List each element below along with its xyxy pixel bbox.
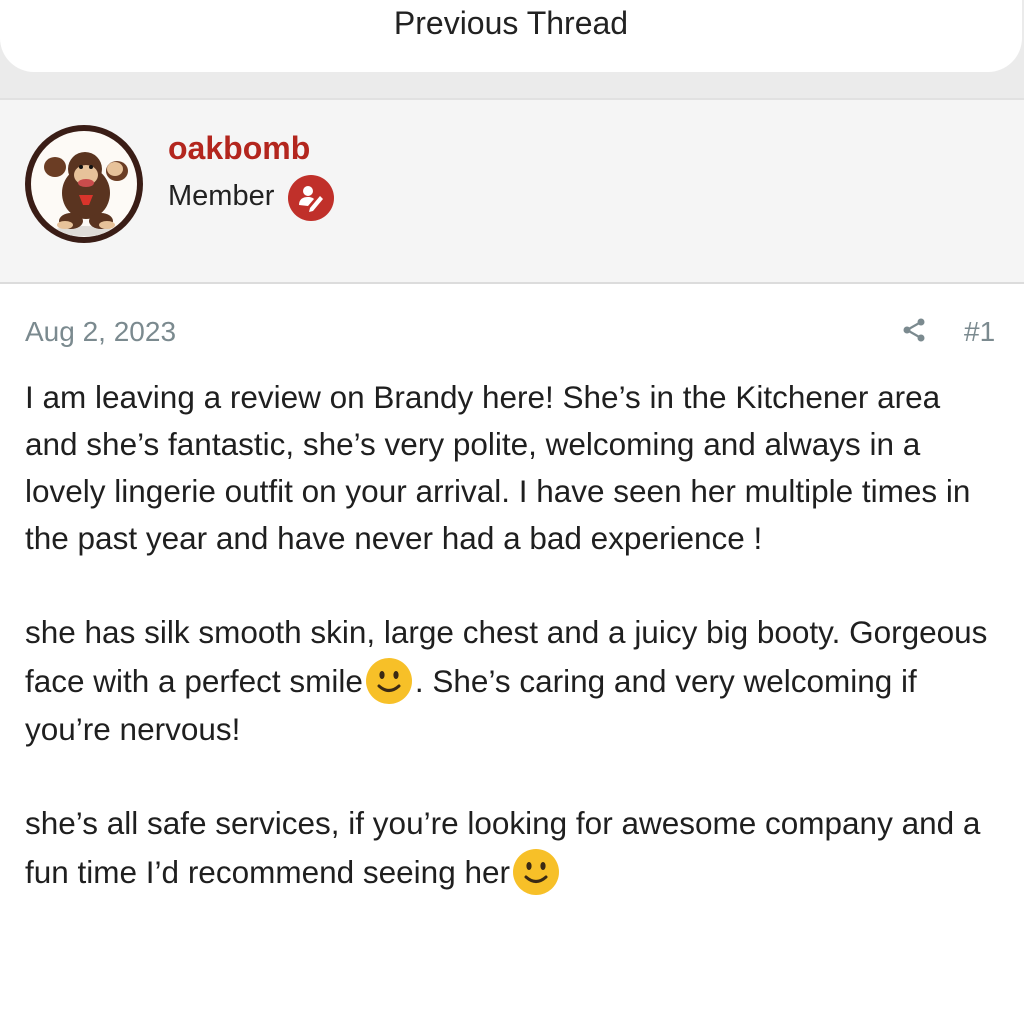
paragraph-text: I am leaving a review on Brandy here! Sh…: [25, 379, 971, 556]
share-icon[interactable]: [900, 316, 928, 344]
previous-thread-button[interactable]: Previous Thread: [0, 0, 1022, 72]
author-title: Member: [168, 180, 275, 212]
top-nav-area: Previous Thread: [0, 0, 1024, 98]
post-body: I am leaving a review on Brandy here! Sh…: [25, 374, 1000, 944]
post-paragraph: she has silk smooth skin, large chest an…: [25, 609, 1000, 753]
post-paragraph: she’s all safe services, if you’re looki…: [25, 800, 1000, 897]
member-badge-icon[interactable]: [288, 175, 334, 221]
slightly-smiling-face-icon: [364, 656, 414, 706]
slightly-smiling-face-icon: [511, 847, 561, 897]
paragraph-text: she’s all safe services, if you’re looki…: [25, 805, 981, 890]
author-username[interactable]: oakbomb: [168, 130, 310, 167]
previous-thread-label: Previous Thread: [393, 5, 629, 41]
post-author-block: oakbomb Member: [0, 98, 1024, 284]
post-number-link[interactable]: #1: [964, 316, 995, 348]
gorilla-avatar-icon: [31, 131, 137, 237]
avatar[interactable]: [25, 125, 143, 243]
post-date[interactable]: Aug 2, 2023: [25, 316, 176, 348]
post-paragraph: I am leaving a review on Brandy here! Sh…: [25, 374, 1000, 562]
